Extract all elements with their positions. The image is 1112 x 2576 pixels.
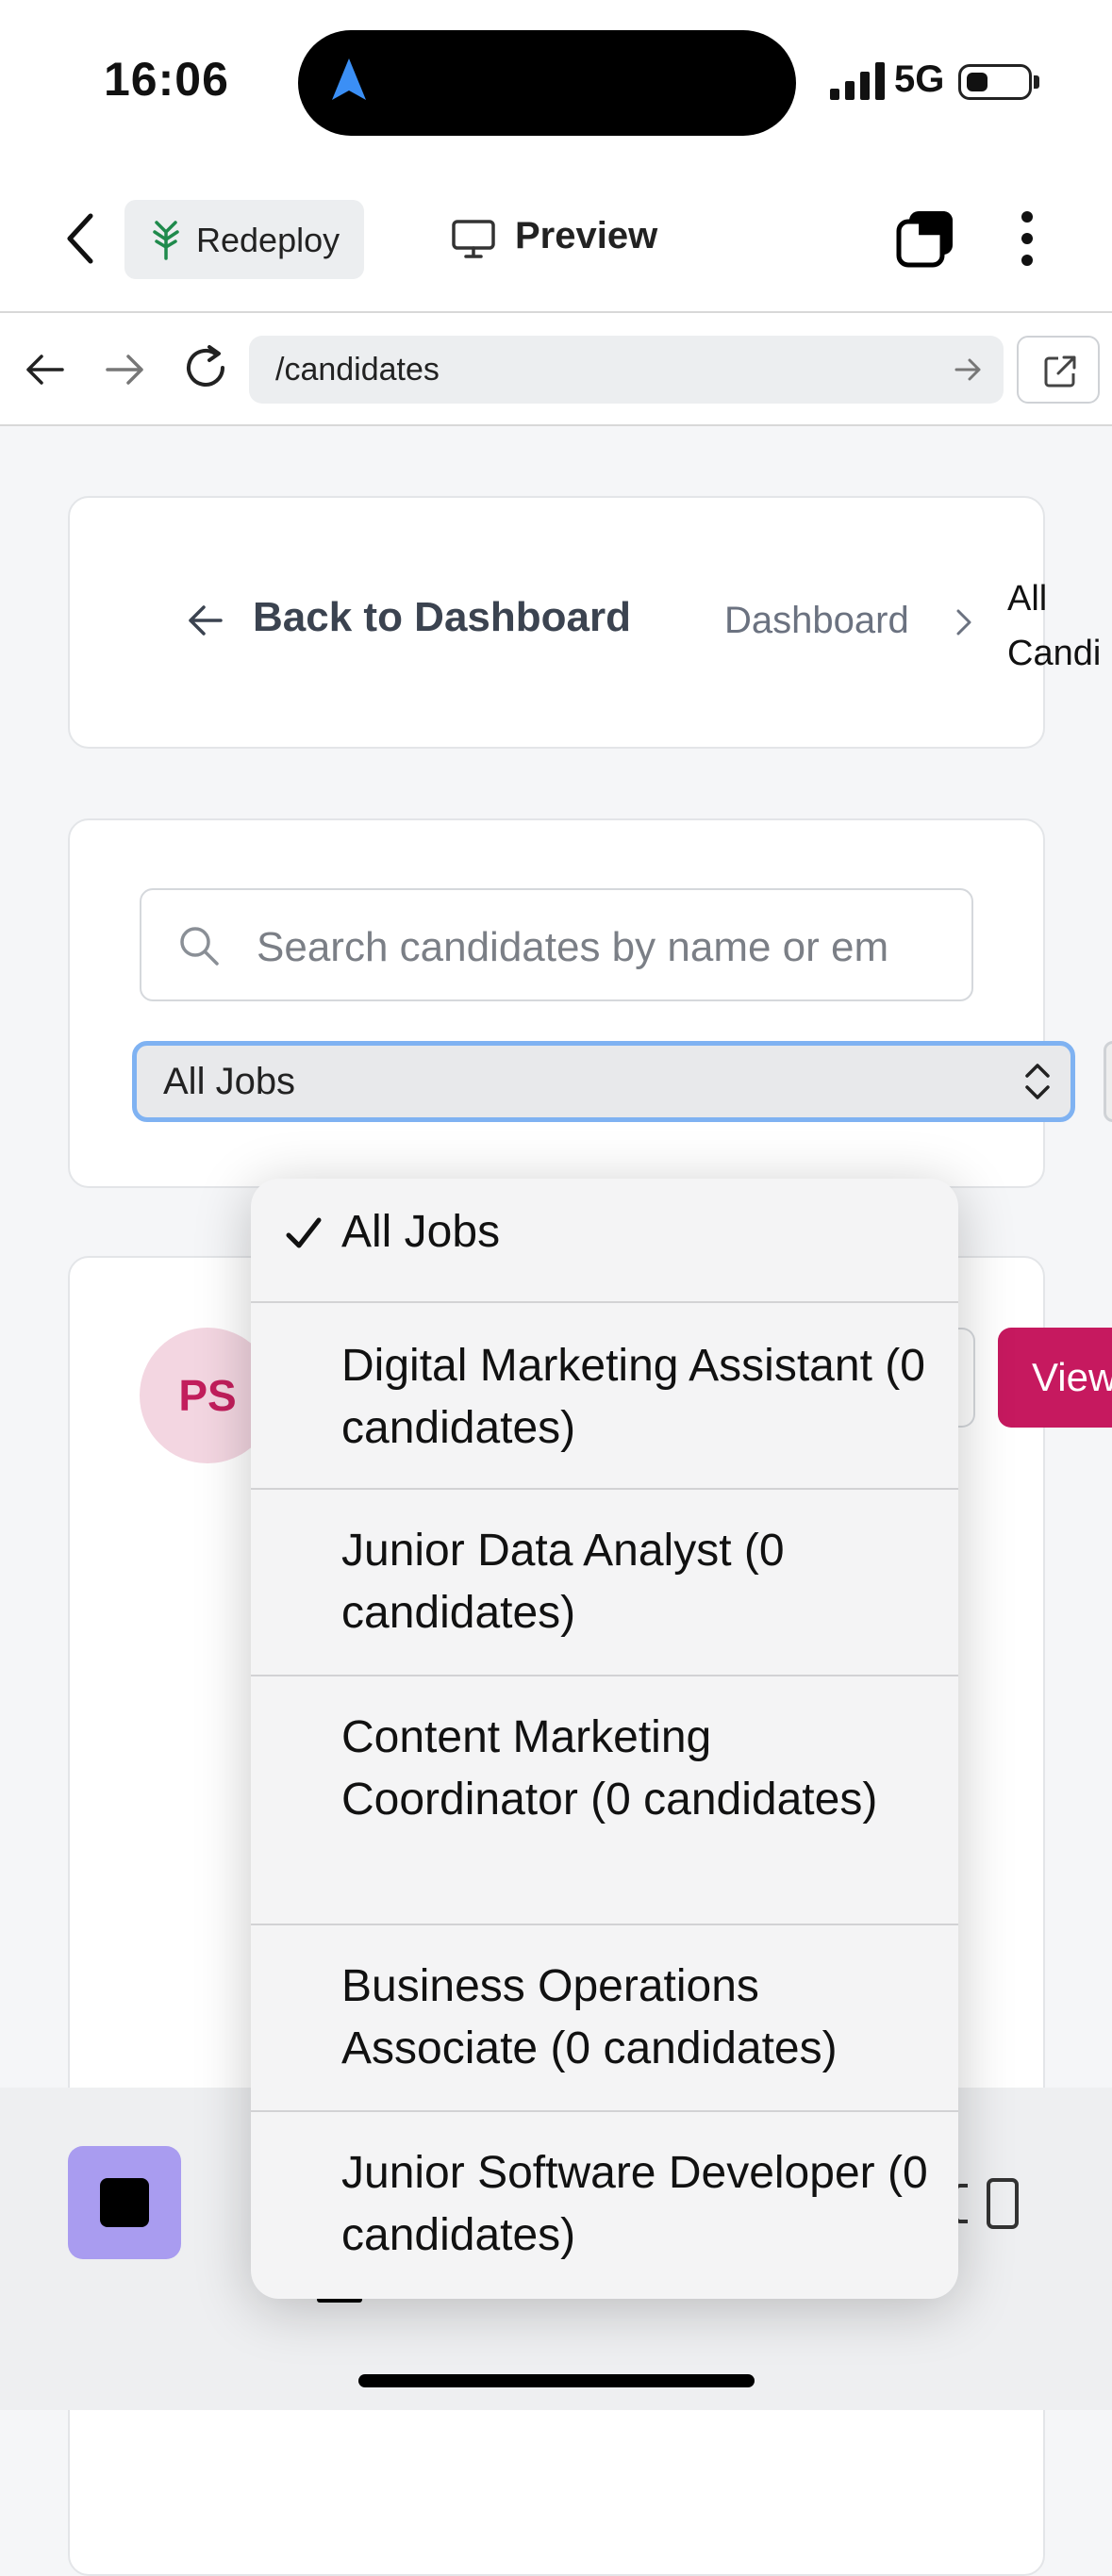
dropdown-option-data-analyst[interactable]: Junior Data Analyst (0 candidates) — [251, 1520, 958, 1644]
view-candidate-button[interactable]: View — [998, 1328, 1112, 1428]
dropdown-option-content-marketing[interactable]: Content Marketing Coordinator (0 candida… — [251, 1707, 958, 1831]
browser-forward-icon[interactable] — [102, 349, 147, 390]
search-input[interactable] — [255, 918, 956, 977]
search-icon — [180, 927, 219, 966]
dynamic-island — [298, 30, 796, 136]
chevron-right-icon — [956, 609, 971, 636]
browser-back-icon[interactable] — [23, 349, 68, 390]
job-filter-value: All Jobs — [163, 1061, 296, 1102]
battery-icon — [958, 64, 1032, 100]
redeploy-label: Redeploy — [196, 221, 340, 259]
select-arrows-icon — [1025, 1064, 1050, 1099]
stop-button[interactable] — [68, 2146, 181, 2259]
dropdown-option-all-jobs[interactable]: All Jobs — [251, 1201, 958, 1263]
status-time: 16:06 — [104, 53, 229, 106]
external-link-icon — [1044, 355, 1076, 388]
cellular-signal-icon — [830, 62, 885, 100]
monitor-icon[interactable] — [451, 219, 496, 260]
open-external-button[interactable] — [1017, 336, 1100, 404]
reload-icon[interactable] — [181, 343, 230, 392]
deploy-tree-icon — [153, 221, 179, 260]
job-filter-dropdown: All Jobs Digital Marketing Assistant (0 … — [251, 1179, 958, 2299]
back-to-dashboard-link[interactable]: Back to Dashboard — [253, 594, 631, 641]
option-divider — [251, 2110, 958, 2112]
location-arrow-icon — [332, 58, 366, 100]
status-filter-select[interactable] — [1104, 1041, 1112, 1122]
dropdown-option-business-operations[interactable]: Business Operations Associate (0 candida… — [251, 1956, 958, 2080]
side-panel-icon[interactable] — [954, 2176, 1021, 2231]
redeploy-button[interactable]: Redeploy — [124, 200, 364, 279]
filter-card — [68, 818, 1045, 1188]
home-indicator[interactable] — [358, 2374, 755, 2387]
option-divider — [251, 1675, 958, 1676]
tabs-switcher-icon[interactable] — [896, 209, 954, 268]
battery-tip — [1034, 75, 1039, 89]
url-go-icon[interactable] — [953, 355, 983, 385]
breadcrumb-dashboard[interactable]: Dashboard — [724, 600, 909, 642]
arrow-left-icon[interactable] — [185, 600, 224, 641]
battery-level — [967, 73, 988, 91]
option-divider — [251, 1301, 958, 1303]
network-type: 5G — [894, 58, 945, 100]
dropdown-option-digital-marketing[interactable]: Digital Marketing Assistant (0 candidate… — [251, 1335, 958, 1460]
search-box[interactable] — [140, 888, 973, 1001]
option-divider — [251, 1924, 958, 1925]
preview-tab[interactable]: Preview — [515, 215, 657, 257]
more-options-icon[interactable] — [1019, 209, 1036, 268]
url-field[interactable]: /candidates — [249, 336, 1004, 404]
breadcrumb-current: All Candi — [1007, 579, 1102, 673]
dropdown-option-software-developer[interactable]: Junior Software Developer (0 candidates) — [251, 2142, 958, 2267]
option-divider — [251, 1488, 958, 1490]
stop-icon — [100, 2178, 149, 2227]
back-chevron-icon[interactable] — [62, 212, 100, 265]
job-filter-select[interactable]: All Jobs — [132, 1041, 1075, 1122]
